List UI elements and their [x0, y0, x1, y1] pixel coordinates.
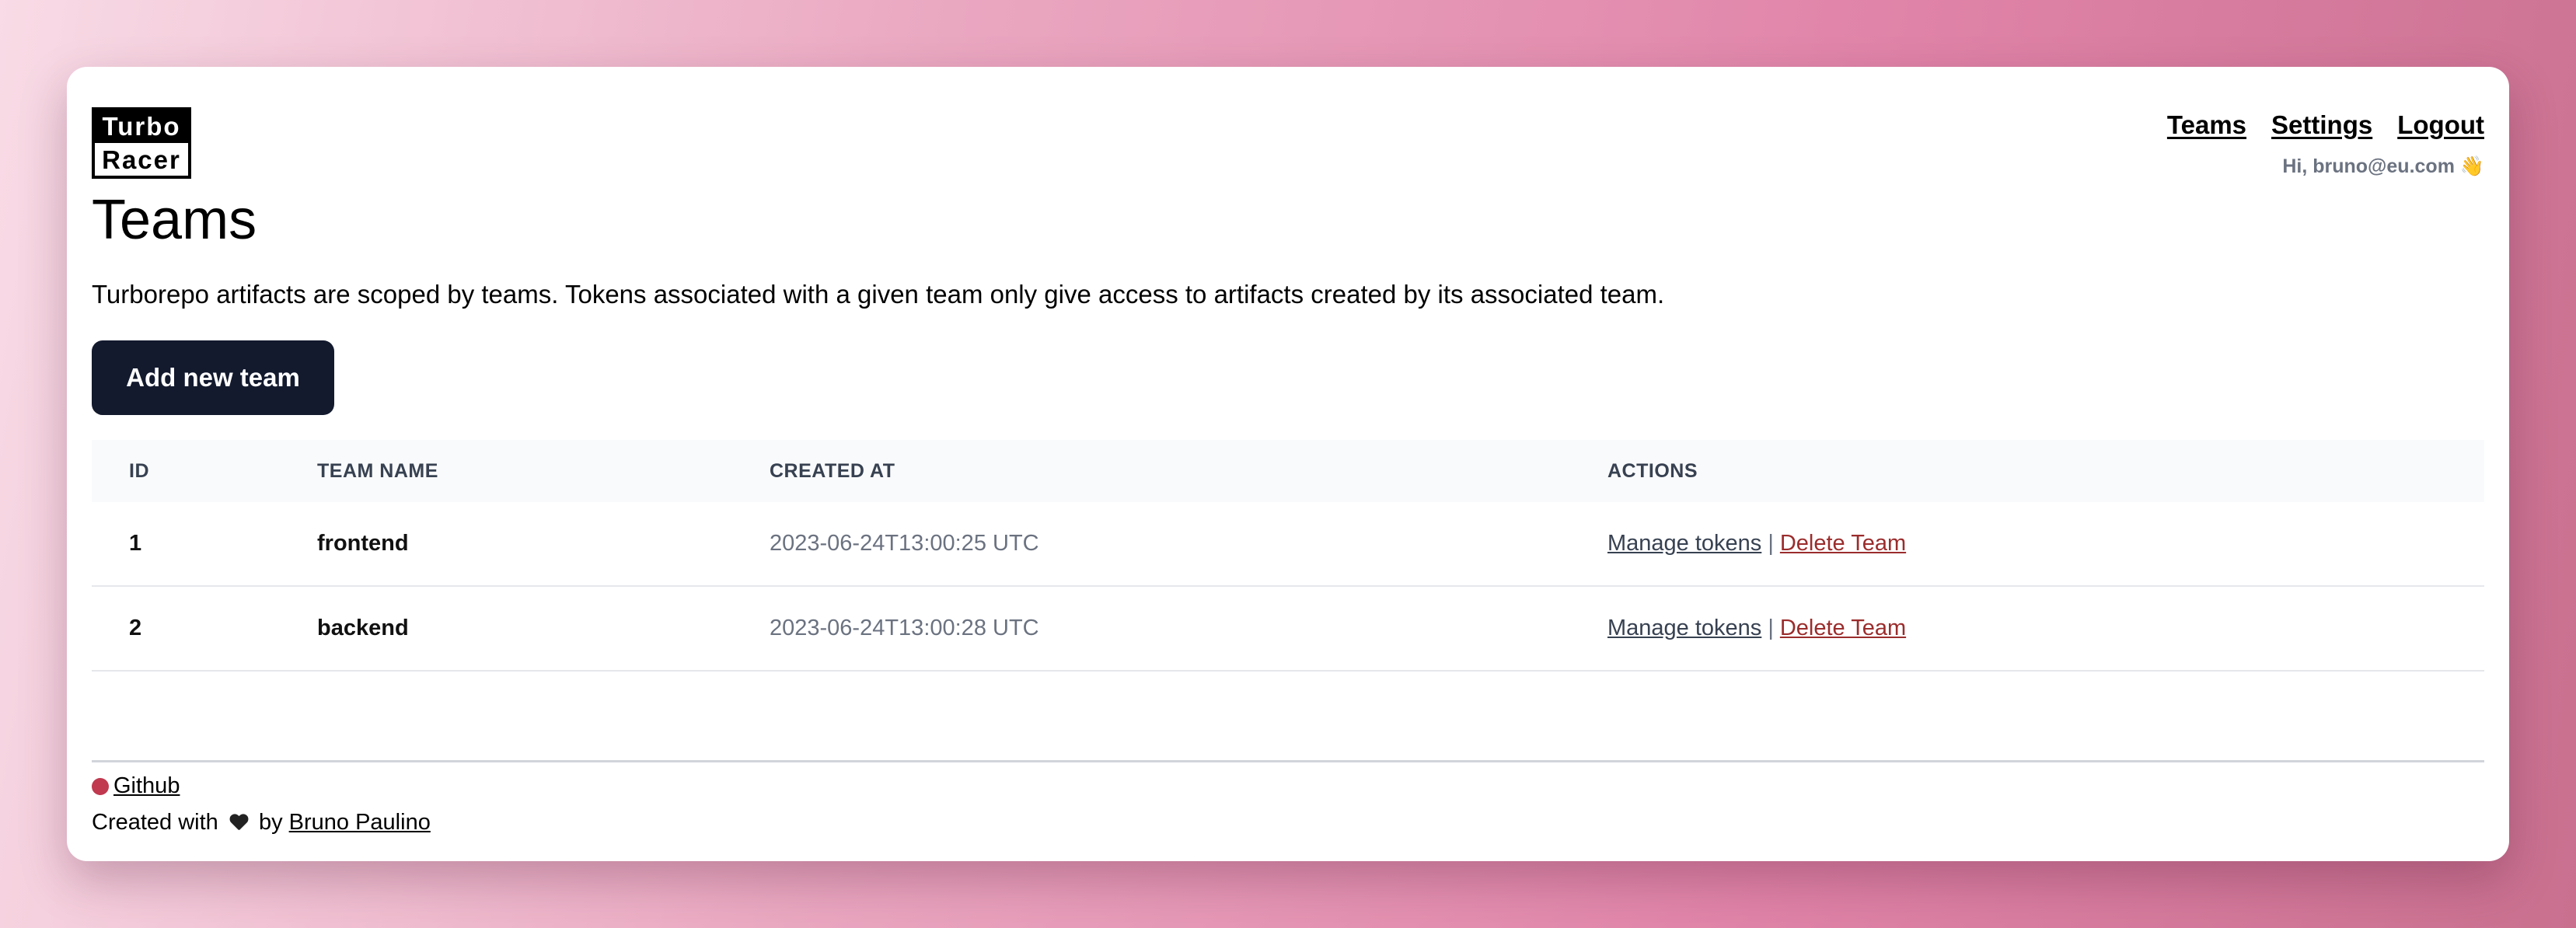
author-link[interactable]: Bruno Paulino	[289, 810, 431, 835]
nav-teams-link[interactable]: Teams	[2167, 110, 2246, 140]
created-with-text: Created with	[92, 810, 218, 835]
main-card: Turbo Racer Teams Settings Logout Hi, br…	[67, 67, 2509, 861]
footer: Github Created with by Bruno Paulino	[92, 760, 2484, 836]
header-id: ID	[129, 459, 149, 482]
row-id: 1	[92, 502, 316, 587]
add-new-team-button[interactable]: Add new team	[92, 340, 334, 415]
action-separator: |	[1768, 616, 1774, 640]
header-created-at: CREATED AT	[770, 459, 895, 482]
top-nav: Teams Settings Logout	[2167, 110, 2484, 140]
header-actions: ACTIONS	[1607, 459, 1698, 482]
row-team-name: frontend	[316, 502, 769, 587]
turbo-racer-logo[interactable]: Turbo Racer	[92, 107, 191, 179]
action-separator: |	[1768, 531, 1774, 556]
logo-bottom-text: Racer	[102, 145, 181, 174]
logo-top-text: Turbo	[95, 110, 188, 143]
footer-credit: Created with by Bruno Paulino	[92, 810, 2484, 836]
page-description: Turborepo artifacts are scoped by teams.…	[92, 280, 1665, 309]
by-text: by	[258, 810, 283, 835]
manage-tokens-link[interactable]: Manage tokens	[1607, 616, 1761, 640]
octopus-icon	[92, 778, 109, 796]
user-greeting: Hi, bruno@eu.com 👋	[2282, 155, 2484, 177]
header-team-name: TEAM NAME	[317, 459, 438, 482]
row-actions: Manage tokens | Delete Team	[1607, 586, 2484, 672]
page-title: Teams	[92, 189, 257, 251]
table-header-row: ID TEAM NAME CREATED AT ACTIONS	[92, 440, 2484, 502]
manage-tokens-link[interactable]: Manage tokens	[1607, 531, 1761, 556]
github-label: Github	[113, 773, 180, 798]
row-team-name: backend	[316, 586, 769, 672]
row-actions: Manage tokens | Delete Team	[1607, 502, 2484, 587]
delete-team-link[interactable]: Delete Team	[1780, 616, 1906, 640]
heart-icon	[229, 815, 248, 832]
delete-team-link[interactable]: Delete Team	[1780, 531, 1906, 556]
row-created-at: 2023-06-24T13:00:25 UTC	[769, 502, 1607, 587]
row-id: 2	[92, 586, 316, 672]
github-link[interactable]: Github	[92, 773, 180, 799]
header: Turbo Racer Teams Settings Logout Hi, br…	[92, 87, 2484, 179]
table-row: 1 frontend 2023-06-24T13:00:25 UTC Manag…	[92, 502, 2484, 587]
table-row: 2 backend 2023-06-24T13:00:28 UTC Manage…	[92, 586, 2484, 672]
nav-settings-link[interactable]: Settings	[2271, 110, 2372, 140]
nav-logout-link[interactable]: Logout	[2397, 110, 2484, 140]
teams-table: ID TEAM NAME CREATED AT ACTIONS 1 fronte…	[92, 440, 2484, 672]
row-created-at: 2023-06-24T13:00:28 UTC	[769, 586, 1607, 672]
